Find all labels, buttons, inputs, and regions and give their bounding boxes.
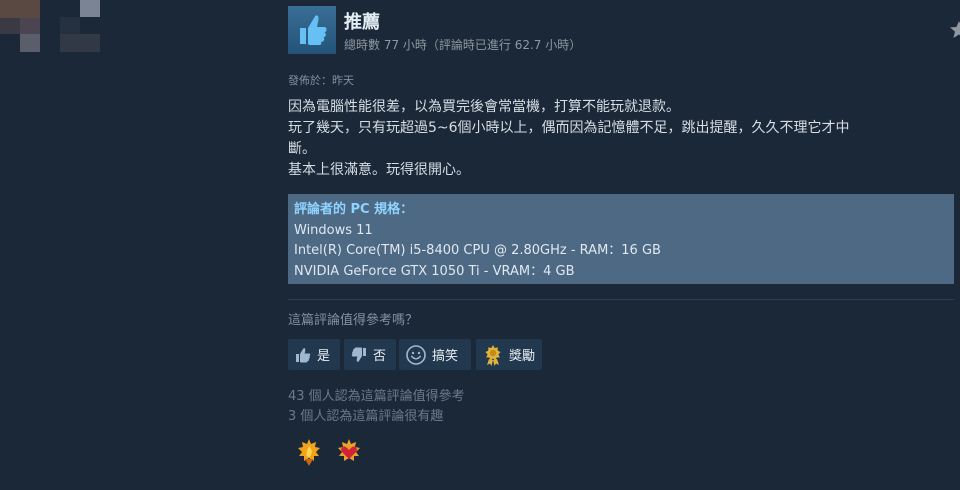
divider <box>288 299 954 300</box>
smiley-icon <box>406 344 426 365</box>
pc-spec-gpu: NVIDIA GeForce GTX 1050 Ti - VRAM：4 GB <box>294 263 575 279</box>
vote-yes-button[interactable]: 是 <box>288 339 340 370</box>
pc-specs-box: 評論者的 PC 規格： Windows 11 Intel(R) Core(TM)… <box>288 194 954 284</box>
vote-no-button[interactable]: 否 <box>344 339 396 370</box>
vote-yes-label: 是 <box>317 349 331 364</box>
vote-no-label: 否 <box>373 349 387 364</box>
star-icon[interactable] <box>949 20 960 40</box>
helpful-question: 這篇評論值得參考嗎？ <box>288 313 419 328</box>
thumbs-up-icon <box>296 347 311 362</box>
award-medal-icon <box>485 344 501 366</box>
review-line: 基本上很滿意。玩得很開心。 <box>288 162 470 178</box>
vote-funny-button[interactable]: 搞笑 <box>399 339 471 370</box>
review-line: 玩了幾天，只有玩超過5~6個小時以上，偶而因為記憶體不足，跳出提醒，久久不理它才… <box>288 120 850 136</box>
review-line: 因為電腦性能很差，以為買完後會常當機，打算不能玩就退款。 <box>288 99 680 115</box>
pc-specs-title: 評論者的 PC 規格： <box>294 202 414 217</box>
pc-spec-os: Windows 11 <box>294 222 373 238</box>
review-line: 斷。 <box>288 141 316 157</box>
posted-value: 昨天 <box>332 74 354 87</box>
review-body: 因為電腦性能很差，以為買完後會常當機，打算不能玩就退款。 玩了幾天，只有玩超過5… <box>288 97 948 181</box>
posted-date: 發佈於：昨天 <box>288 72 354 88</box>
review-header: 推薦 總時數 77 小時（評論時已進行 62.7 小時） <box>288 6 936 56</box>
posted-label: 發佈於： <box>288 74 332 87</box>
thumbs-down-icon <box>351 347 366 362</box>
playtime-hours: 總時數 77 小時（評論時已進行 62.7 小時） <box>344 36 581 53</box>
helpful-count: 43 個人認為這篇評論值得參考 <box>288 389 465 404</box>
thumbs-up-icon[interactable] <box>288 6 336 54</box>
flame-award-icon[interactable] <box>295 437 323 467</box>
recommendation-title[interactable]: 推薦 <box>344 8 380 34</box>
hours-total: 總時數 77 小時 <box>344 38 427 52</box>
heart-award-icon[interactable] <box>335 437 363 467</box>
hours-at-review: （評論時已進行 62.7 小時） <box>426 38 582 52</box>
pc-spec-cpu: Intel(R) Core(TM) i5-8400 CPU @ 2.80GHz … <box>294 243 661 258</box>
blurred-profile-avatar[interactable] <box>0 0 110 60</box>
vote-funny-label: 搞笑 <box>432 349 459 364</box>
award-label: 獎勵 <box>509 349 536 364</box>
award-button[interactable]: 獎勵 <box>476 339 542 370</box>
funny-count: 3 個人認為這篇評論很有趣 <box>288 409 444 424</box>
